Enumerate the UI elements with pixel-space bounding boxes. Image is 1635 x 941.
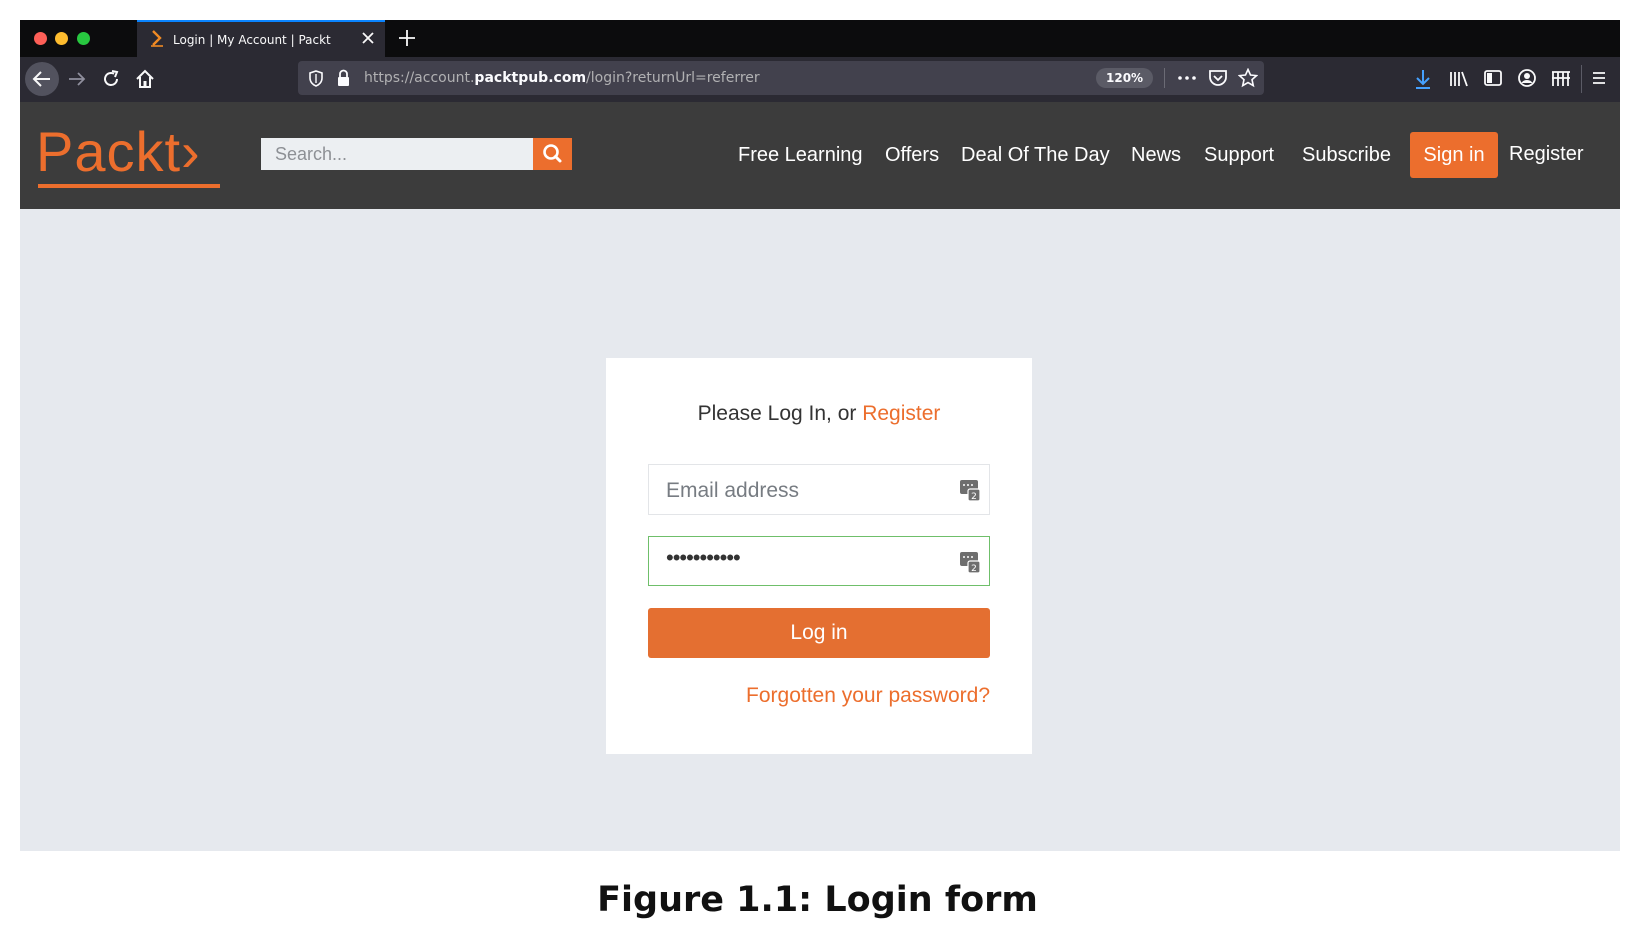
password-manager-icon[interactable]: 2 [959, 478, 981, 502]
tab-login[interactable]: Login | My Account | Packt [137, 20, 385, 57]
pocket-icon[interactable] [1208, 69, 1228, 87]
site-header: Packt› Free Learning Offers Deal Of The … [20, 102, 1620, 209]
back-button[interactable] [25, 62, 59, 96]
forward-arrow-icon[interactable] [66, 68, 88, 90]
home-icon[interactable] [134, 68, 156, 90]
packt-favicon-icon [151, 30, 163, 47]
minimize-window-button[interactable] [55, 32, 68, 45]
back-arrow-icon [32, 71, 50, 87]
new-tab-icon[interactable] [396, 27, 418, 49]
more-icon[interactable] [1176, 70, 1198, 86]
address-bar[interactable]: https://account.packtpub.com/login?retur… [298, 61, 1264, 95]
email-placeholder: Email address [666, 479, 800, 502]
url-separator [1164, 68, 1165, 88]
email-field[interactable]: Email address 2 [648, 464, 990, 515]
register-link[interactable]: Register [1509, 143, 1583, 166]
nav-news[interactable]: News [1131, 144, 1181, 167]
browser-window: Login | My Account | Packt https://accou… [20, 20, 1620, 851]
login-heading: Please Log In, or Register [697, 402, 941, 425]
nav-subscribe[interactable]: Subscribe [1302, 144, 1391, 167]
reload-icon[interactable] [100, 68, 122, 90]
star-icon[interactable] [1238, 68, 1258, 88]
register-inline-link[interactable]: Register [862, 402, 940, 425]
search-button[interactable] [533, 138, 572, 170]
extensions-icon[interactable] [1550, 68, 1572, 88]
nav-offers[interactable]: Offers [885, 144, 939, 167]
sign-in-button[interactable]: Sign in [1410, 132, 1498, 178]
nav-deal-of-the-day[interactable]: Deal Of The Day [961, 144, 1110, 167]
sidebar-icon[interactable] [1483, 69, 1503, 87]
forgot-password-link[interactable]: Forgotten your password? [746, 684, 990, 708]
library-icon[interactable] [1448, 68, 1470, 90]
zoom-level-badge[interactable]: 120% [1096, 68, 1154, 88]
account-icon[interactable] [1517, 68, 1537, 88]
svg-text:2: 2 [971, 492, 977, 502]
figure-caption: Figure 1.1: Login form [597, 880, 1038, 920]
search-input[interactable] [261, 138, 533, 170]
packt-logo[interactable]: Packt› [36, 120, 201, 184]
shield-icon[interactable] [308, 70, 324, 87]
zoom-window-button[interactable] [77, 32, 90, 45]
tab-title: Login | My Account | Packt [173, 33, 331, 47]
navigation-toolbar: https://account.packtpub.com/login?retur… [20, 57, 1620, 102]
svg-text:2: 2 [971, 564, 977, 574]
toolbar-separator [1581, 65, 1582, 93]
download-icon[interactable] [1414, 68, 1432, 90]
url-text[interactable]: https://account.packtpub.com/login?retur… [364, 70, 760, 86]
password-value: ••••••••••• [666, 545, 741, 570]
menu-icon[interactable] [1590, 69, 1608, 87]
search-icon [543, 144, 562, 163]
nav-support[interactable]: Support [1204, 144, 1274, 167]
password-field[interactable]: ••••••••••• 2 [648, 536, 990, 586]
lock-icon[interactable] [336, 69, 351, 87]
tab-strip: Login | My Account | Packt [20, 20, 1620, 57]
logo-underline [38, 184, 220, 188]
password-manager-icon[interactable]: 2 [959, 550, 981, 574]
close-window-button[interactable] [34, 32, 47, 45]
login-card: Please Log In, or Register Email address… [606, 358, 1032, 754]
close-tab-icon[interactable] [359, 29, 377, 47]
nav-free-learning[interactable]: Free Learning [738, 144, 863, 167]
log-in-button[interactable]: Log in [648, 608, 990, 658]
